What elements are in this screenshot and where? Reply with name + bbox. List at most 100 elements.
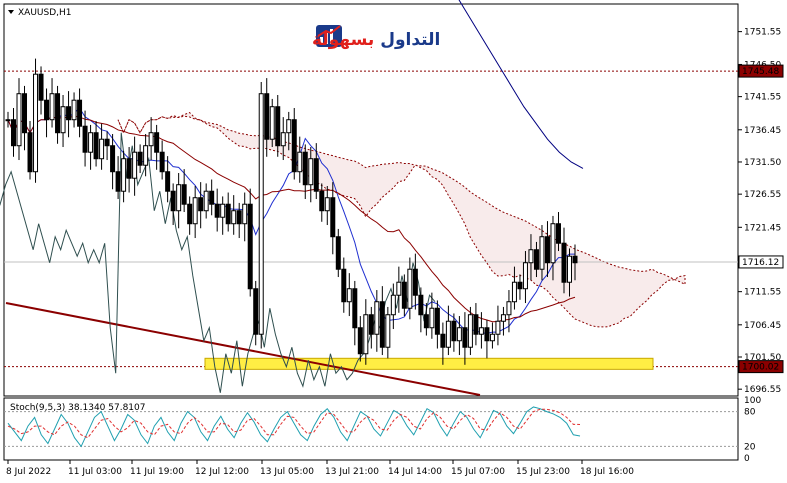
candle-body: [396, 281, 402, 296]
candle-body: [506, 301, 512, 316]
symbol-title: XAUUSD,H1: [18, 8, 72, 18]
candle-body: [407, 268, 413, 309]
candle-body: [324, 197, 330, 212]
candle-body: [82, 125, 88, 153]
candle-body: [71, 99, 77, 121]
candle-body: [500, 314, 506, 322]
candle-body: [462, 327, 468, 348]
candle-body: [60, 106, 66, 134]
candle-body: [126, 158, 132, 179]
stochastic-label: Stoch(9,5,3) 38.1340 57.8107: [10, 403, 145, 413]
candle-body: [401, 281, 407, 309]
y-tick-label: 1731.50: [744, 158, 781, 168]
candle-body: [539, 236, 545, 270]
candle-body: [302, 151, 308, 186]
candle-body: [440, 333, 446, 348]
candle-body: [269, 106, 275, 140]
candle-body: [467, 314, 473, 348]
candle-body: [363, 314, 369, 355]
candle-body: [555, 223, 561, 244]
candle-body: [374, 301, 380, 335]
x-tick-label: 11 Jul 03:00: [68, 467, 122, 477]
x-tick-label: 15 Jul 07:00: [451, 467, 505, 477]
candle-body: [242, 203, 248, 225]
y-tick-label: 1696.55: [744, 385, 781, 395]
price-label-text: 1700.02: [742, 363, 779, 373]
candle-body: [456, 327, 462, 342]
candle-body: [49, 93, 55, 121]
y-tick-label: 1736.45: [744, 126, 781, 136]
price-label-text: 1716.12: [742, 258, 779, 268]
stoch-tick-label: 100: [744, 396, 761, 406]
candle-body: [55, 93, 61, 134]
y-tick-label: 1726.55: [744, 190, 781, 200]
candle-body: [517, 281, 523, 290]
candle-body: [66, 106, 72, 121]
candle-body: [176, 184, 182, 212]
stoch-tick-label: 80: [744, 408, 756, 418]
candle-body: [187, 203, 193, 225]
candle-body: [231, 210, 237, 225]
candle-body: [297, 151, 303, 173]
candle-body: [561, 242, 567, 283]
candle-body: [528, 249, 534, 264]
candle-body: [319, 190, 325, 212]
candle-body: [445, 320, 451, 348]
candle-body: [220, 203, 226, 218]
candle-body: [192, 197, 198, 225]
x-tick-label: 13 Jul 21:00: [325, 467, 379, 477]
candle-body: [390, 294, 396, 316]
x-tick-label: 14 Jul 14:00: [388, 467, 442, 477]
candle-body: [522, 262, 528, 290]
candle-body: [143, 145, 149, 166]
candle-body: [5, 119, 11, 122]
candle-body: [77, 99, 83, 127]
candle-body: [148, 132, 154, 147]
candle-body: [495, 320, 501, 335]
y-tick-label: 1741.55: [744, 93, 781, 103]
x-tick-label: 8 Jul 2022: [6, 467, 51, 477]
candle-body: [341, 268, 347, 303]
highlight-zone: [204, 357, 654, 370]
candle-body: [203, 190, 209, 212]
candle-body: [566, 255, 572, 283]
candle-body: [110, 145, 116, 173]
candle-body: [385, 314, 391, 348]
y-tick-label: 1706.45: [744, 321, 781, 331]
candle-body: [473, 314, 479, 335]
candle-body: [313, 158, 319, 192]
candle-body: [38, 73, 44, 101]
candle-body: [434, 307, 440, 335]
candle-body: [451, 320, 457, 342]
x-tick-label: 15 Jul 23:00: [516, 467, 570, 477]
candle-body: [165, 171, 171, 192]
candle-body: [154, 132, 160, 153]
candle-body: [489, 333, 495, 342]
candle-body: [330, 197, 336, 238]
candle-body: [115, 171, 121, 192]
candle-body: [253, 288, 259, 335]
stoch-tick-label: 0: [744, 454, 750, 464]
candle-body: [352, 288, 358, 329]
candle-body: [544, 236, 550, 264]
candle-body: [99, 138, 105, 160]
candle-body: [357, 327, 363, 355]
candle-body: [44, 99, 50, 121]
candle-body: [412, 268, 418, 296]
candle-body: [27, 132, 33, 173]
candle-body: [132, 151, 138, 179]
candle-body: [258, 93, 264, 335]
candle-body: [88, 132, 94, 153]
candle-body: [93, 132, 99, 160]
stoch-tick-label: 20: [744, 442, 756, 452]
price-chart[interactable]: 10080200 1751.551746.501741.551736.45173…: [0, 0, 787, 483]
candle-body: [346, 288, 352, 303]
candle-body: [121, 158, 127, 192]
candle-body: [214, 203, 220, 218]
y-tick-label: 1721.45: [744, 223, 781, 233]
candle-body: [379, 301, 385, 348]
candle-body: [137, 151, 143, 166]
candle-body: [247, 203, 253, 290]
candle-body: [484, 327, 490, 342]
candle-body: [308, 158, 314, 186]
